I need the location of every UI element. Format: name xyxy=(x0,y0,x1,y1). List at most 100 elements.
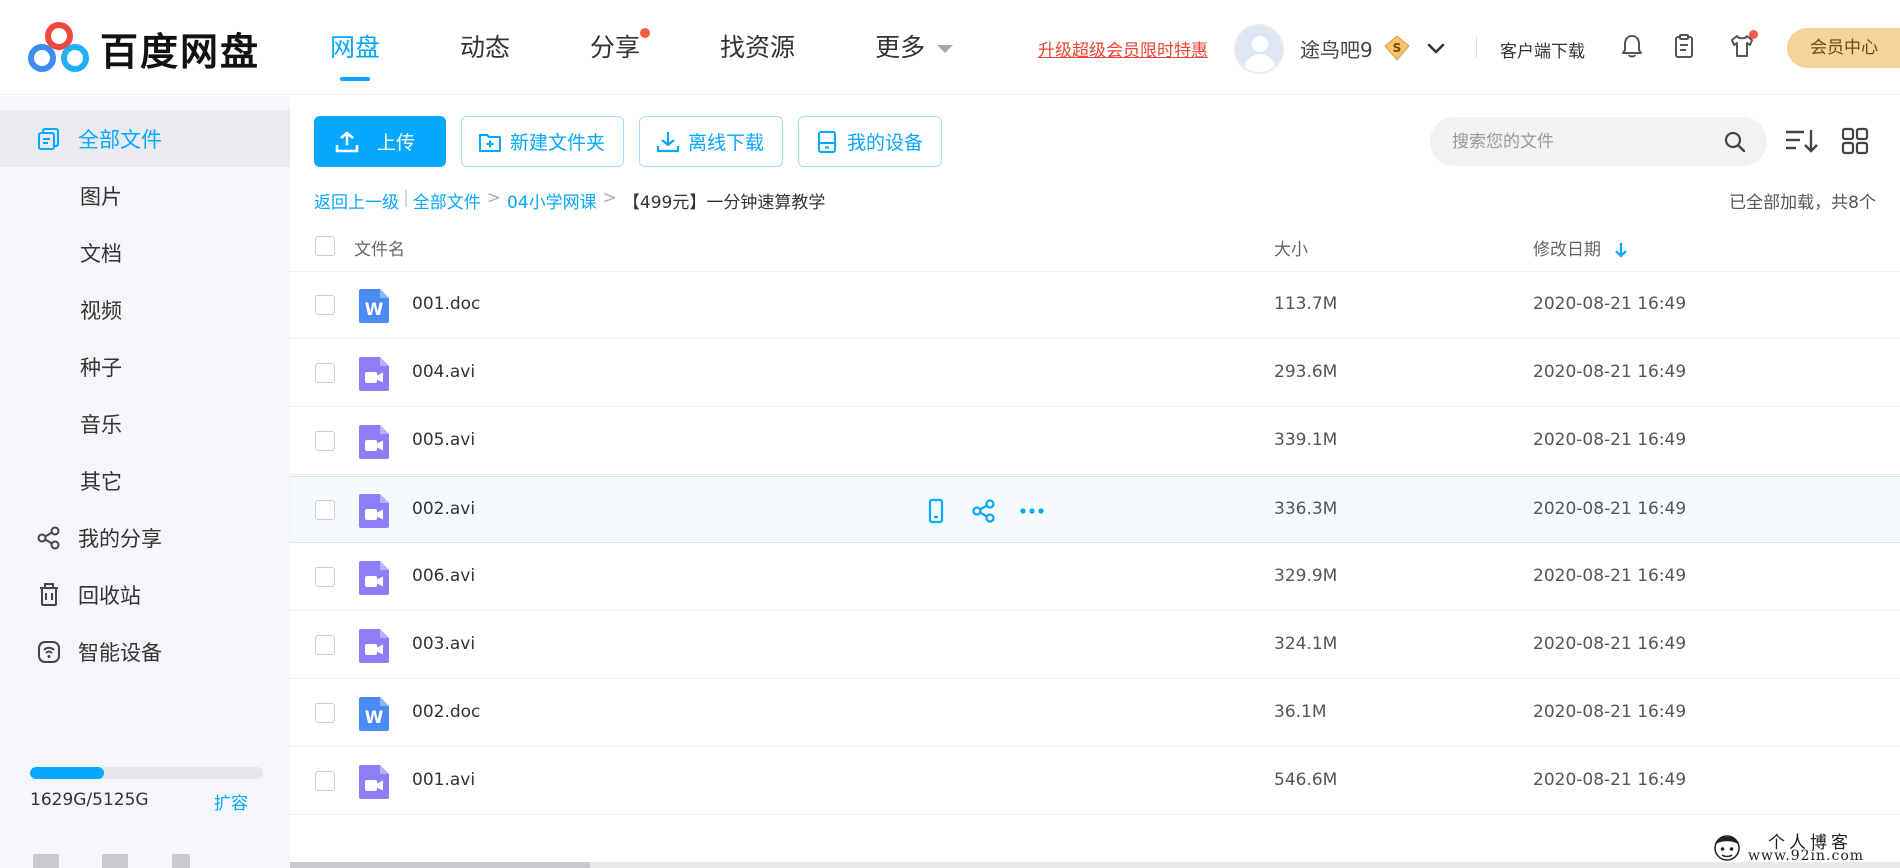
bell-icon[interactable] xyxy=(1618,32,1646,60)
table-row[interactable]: W 001.doc 113.7M 2020-08-21 16:49 xyxy=(290,272,1900,339)
file-name[interactable]: 004.avi xyxy=(412,362,475,382)
word-icon-letter: W xyxy=(365,300,384,320)
sidebar-item-recycle-bin[interactable]: 回收站 xyxy=(0,566,290,623)
horizontal-scrollbar[interactable] xyxy=(290,862,1900,868)
table-row[interactable]: 002.avi 336.3M 2020-08-21 16:49 xyxy=(290,476,1900,543)
sidebar-item-label: 智能设备 xyxy=(78,640,162,665)
nav-tab-label: 分享 xyxy=(590,33,641,62)
upgrade-promo-link[interactable]: 升级超级会员限时特惠 xyxy=(1038,36,1208,61)
table-row[interactable]: 001.avi 546.6M 2020-08-21 16:49 xyxy=(290,748,1900,815)
nav-tab-label: 更多 xyxy=(875,33,926,62)
share-icon[interactable] xyxy=(970,497,998,525)
select-all-checkbox[interactable] xyxy=(315,236,335,256)
word-icon-letter: W xyxy=(365,708,384,728)
file-size: 36.1M xyxy=(1274,702,1327,722)
sidebar-item-torrents[interactable]: 种子 xyxy=(0,338,290,395)
expand-storage-link[interactable]: 扩容 xyxy=(214,789,248,814)
nav-tab-netdisk[interactable]: 网盘 xyxy=(330,0,380,95)
column-header-size[interactable]: 大小 xyxy=(1274,235,1308,260)
vip-center-button[interactable]: 会员中心 xyxy=(1787,28,1900,68)
offline-download-button[interactable]: 离线下载 xyxy=(639,116,784,167)
sidebar-item-label: 回收站 xyxy=(78,583,141,608)
scrollbar-thumb[interactable] xyxy=(290,862,590,868)
sidebar-item-music[interactable]: 音乐 xyxy=(0,395,290,452)
file-size: 336.3M xyxy=(1274,499,1338,519)
device-icon xyxy=(818,130,837,153)
sidebar-item-videos[interactable]: 视频 xyxy=(0,281,290,338)
table-row[interactable]: 003.avi 324.1M 2020-08-21 16:49 xyxy=(290,612,1900,679)
file-name[interactable]: 002.doc xyxy=(412,702,480,722)
table-row[interactable]: 004.avi 293.6M 2020-08-21 16:49 xyxy=(290,340,1900,407)
file-modified-date: 2020-08-21 16:49 xyxy=(1533,634,1687,654)
breadcrumb-separator: > xyxy=(602,188,617,208)
nav-tab-find-resources[interactable]: 找资源 xyxy=(720,0,795,95)
sort-list-icon[interactable] xyxy=(1784,126,1818,156)
send-to-phone-icon[interactable] xyxy=(922,497,950,525)
sidebar-bottom-tab[interactable] xyxy=(172,854,190,868)
breadcrumb: 返回上一级 | 全部文件 > 04小学网课 > 【499元】一分钟速算教学 xyxy=(314,188,825,213)
watermark-url: www.92in.com xyxy=(1748,848,1865,864)
upload-button[interactable]: 上传 xyxy=(314,116,447,167)
files-icon xyxy=(38,127,59,150)
row-checkbox[interactable] xyxy=(315,431,335,451)
table-row[interactable]: W 002.doc 36.1M 2020-08-21 16:49 xyxy=(290,680,1900,747)
search-box xyxy=(1430,117,1767,166)
new-folder-label: 新建文件夹 xyxy=(510,132,606,154)
grid-view-icon[interactable] xyxy=(1840,126,1870,156)
sidebar-bottom-tab[interactable] xyxy=(33,854,59,868)
column-header-modified[interactable]: 修改日期 xyxy=(1533,235,1628,260)
file-size: 324.1M xyxy=(1274,634,1338,654)
search-input[interactable] xyxy=(1452,117,1712,166)
client-download-link[interactable]: 客户端下载 xyxy=(1500,37,1585,62)
file-name[interactable]: 002.avi xyxy=(412,499,475,519)
sidebar-bottom-tab[interactable] xyxy=(102,854,128,868)
file-name[interactable]: 001.avi xyxy=(412,770,475,790)
more-actions-icon[interactable] xyxy=(1018,497,1046,525)
sidebar-item-label: 其它 xyxy=(80,469,122,494)
baidu-netdisk-logo[interactable]: 百度网盘 xyxy=(28,22,260,74)
sidebar-item-all-files[interactable]: 全部文件 xyxy=(0,110,290,167)
row-checkbox[interactable] xyxy=(315,567,335,587)
row-checkbox[interactable] xyxy=(315,771,335,791)
word-file-icon: W xyxy=(359,697,389,731)
new-folder-button[interactable]: 新建文件夹 xyxy=(461,116,625,167)
clipboard-icon[interactable] xyxy=(1670,32,1698,60)
storage-quota-text: 1629G/5125G xyxy=(30,790,149,810)
sidebar-item-label: 音乐 xyxy=(80,412,122,437)
row-checkbox[interactable] xyxy=(315,363,335,383)
notification-dot xyxy=(640,28,651,38)
sort-down-arrow-icon xyxy=(1615,243,1628,258)
storage-quota-bar xyxy=(30,767,263,779)
username[interactable]: 途鸟吧9 xyxy=(1300,34,1373,63)
table-row[interactable]: 006.avi 329.9M 2020-08-21 16:49 xyxy=(290,544,1900,611)
nav-tab-activity[interactable]: 动态 xyxy=(460,0,510,95)
avatar-body xyxy=(1244,54,1276,72)
nav-tab-more[interactable]: 更多 xyxy=(875,0,954,95)
file-name[interactable]: 006.avi xyxy=(412,566,475,586)
my-devices-button[interactable]: 我的设备 xyxy=(798,116,943,167)
file-name[interactable]: 005.avi xyxy=(412,430,475,450)
breadcrumb-back[interactable]: 返回上一级 xyxy=(314,188,399,213)
sidebar-item-other[interactable]: 其它 xyxy=(0,452,290,509)
sidebar-item-my-shares[interactable]: 我的分享 xyxy=(0,509,290,566)
file-name[interactable]: 001.doc xyxy=(412,294,480,314)
sidebar-item-documents[interactable]: 文档 xyxy=(0,224,290,281)
row-checkbox[interactable] xyxy=(315,500,335,520)
file-table-header: 文件名 大小 修改日期 xyxy=(290,220,1900,272)
new-folder-icon xyxy=(479,133,502,152)
chevron-down-icon[interactable] xyxy=(1426,38,1446,58)
row-checkbox[interactable] xyxy=(315,703,335,723)
table-row[interactable]: 005.avi 339.1M 2020-08-21 16:49 xyxy=(290,408,1900,475)
breadcrumb-level1[interactable]: 04小学网课 xyxy=(507,188,597,213)
avatar[interactable] xyxy=(1234,24,1284,74)
sidebar-item-images[interactable]: 图片 xyxy=(0,167,290,224)
sidebar-item-smart-devices[interactable]: 智能设备 xyxy=(0,623,290,680)
skin-shirt-button[interactable] xyxy=(1728,30,1758,60)
row-checkbox[interactable] xyxy=(315,635,335,655)
file-name[interactable]: 003.avi xyxy=(412,634,475,654)
column-header-name[interactable]: 文件名 xyxy=(354,235,405,260)
breadcrumb-all-files[interactable]: 全部文件 xyxy=(413,188,481,213)
row-checkbox[interactable] xyxy=(315,295,335,315)
search-icon[interactable] xyxy=(1723,130,1747,154)
nav-tab-share[interactable]: 分享 xyxy=(590,0,651,95)
